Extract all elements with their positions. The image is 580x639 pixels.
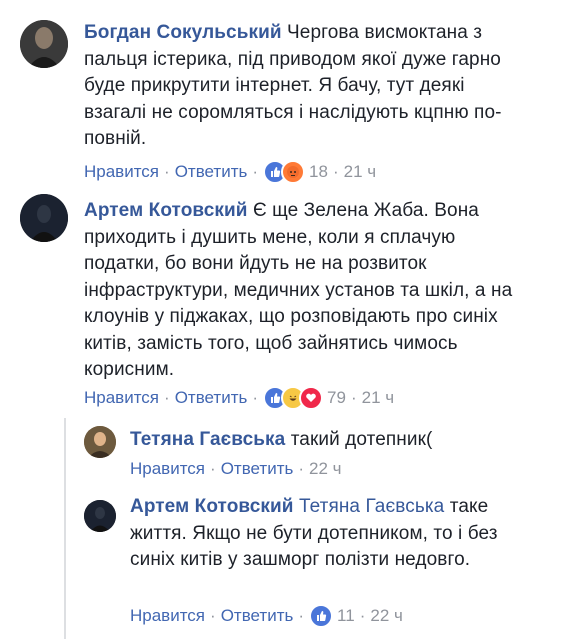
love-reaction-icon: [299, 386, 324, 410]
reply-link[interactable]: Ответить: [221, 459, 294, 479]
reactions[interactable]: [263, 386, 324, 410]
reply-link[interactable]: Ответить: [175, 162, 248, 182]
reply-link[interactable]: Ответить: [221, 606, 294, 626]
author-name[interactable]: Тетяна Гаєвська: [130, 429, 285, 450]
person-icon: [20, 20, 68, 68]
like-reaction-icon: [309, 604, 334, 628]
angry-reaction-icon: [281, 160, 306, 184]
reaction-count[interactable]: 79: [327, 388, 346, 408]
avatar[interactable]: [20, 194, 68, 242]
reply-link[interactable]: Ответить: [175, 388, 248, 408]
timestamp[interactable]: 21 ч: [344, 162, 377, 182]
author-name[interactable]: Артем Котовский: [130, 496, 294, 517]
reply-thread-line: [64, 418, 66, 639]
timestamp[interactable]: 21 ч: [362, 388, 395, 408]
like-link[interactable]: Нравится: [130, 459, 205, 479]
comment-text: Є ще Зелена Жаба. Вона приходить і душит…: [84, 200, 513, 380]
timestamp[interactable]: 22 ч: [370, 606, 403, 626]
author-name[interactable]: Артем Котовский: [84, 200, 248, 221]
like-link[interactable]: Нравится: [130, 606, 205, 626]
mention-link[interactable]: Тетяна Гаєвська: [299, 496, 444, 517]
like-link[interactable]: Нравится: [84, 162, 159, 182]
person-icon: [84, 426, 116, 458]
avatar[interactable]: [84, 426, 116, 458]
avatar[interactable]: [84, 500, 116, 532]
reaction-count[interactable]: 11: [337, 606, 355, 626]
reactions[interactable]: [309, 604, 334, 628]
person-icon: [20, 194, 68, 242]
timestamp[interactable]: 22 ч: [309, 459, 342, 479]
reaction-count[interactable]: 18: [309, 162, 328, 182]
like-link[interactable]: Нравится: [84, 388, 159, 408]
avatar[interactable]: [20, 20, 68, 68]
reactions[interactable]: [263, 160, 306, 184]
comment-text: такий дотепник(: [290, 429, 433, 450]
author-name[interactable]: Богдан Сокульський: [84, 22, 282, 43]
person-icon: [84, 500, 116, 532]
